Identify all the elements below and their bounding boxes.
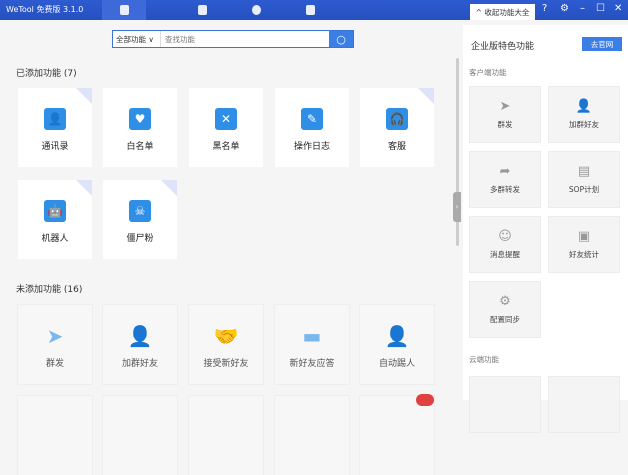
feature-label: 自动踢人 (378, 359, 415, 369)
feature-card[interactable]: 👤 通讯录 (18, 88, 92, 167)
feature-label: 接受新好友 (203, 359, 249, 369)
feature-label: 通讯录 (41, 142, 69, 152)
contacts-icon: 👤 (44, 108, 66, 130)
feature-label: 操作日志 (293, 142, 330, 152)
feature-panel: 企业版特色功能 去官网 客户端功能 ➤ 群发 👤 加群好友 ➦ 多群转发 ▤ SOP计划 ☺ 消息… (463, 25, 628, 433)
customer-service-icon: ☺ (498, 229, 512, 244)
send-icon: ➤ (46, 324, 64, 348)
skull-icon (251, 5, 261, 15)
collapse-features-tab[interactable]: ^ 收起功能大全 (470, 4, 535, 20)
scope-dropdown[interactable]: 全部功能 ∨ (113, 31, 161, 47)
feature-card[interactable]: 👤 加群好友 (103, 305, 177, 384)
feature-label: 加群好友 (569, 120, 599, 129)
pin-icon[interactable] (76, 88, 92, 104)
feature-card[interactable]: ☺ 消息提醒 (469, 216, 541, 273)
nav-tab-contacts[interactable] (180, 0, 224, 20)
nav-tab-zombie[interactable] (234, 0, 278, 20)
feature-label: 白名单 (126, 142, 154, 152)
feature-label: 群发 (497, 120, 513, 129)
send-icon: ➤ (499, 99, 511, 114)
nav-tab-robot[interactable] (288, 0, 332, 20)
feature-card[interactable]: 🤝 接受新好友 (189, 305, 263, 384)
plan-icon: ▤ (577, 164, 591, 179)
panel-collapse-handle[interactable]: › (453, 192, 461, 222)
feature-card[interactable]: ▬ 新好友应答 (275, 305, 349, 384)
feature-card[interactable]: ➤ 群发 (469, 86, 541, 143)
feature-card[interactable]: ☠ 僵尸粉 (103, 180, 177, 259)
feature-label: 客服 (387, 142, 406, 152)
pin-icon[interactable] (161, 180, 177, 196)
add-friend-icon: 👤 (575, 99, 593, 114)
added-heading: 已添加功能 (7) (16, 69, 77, 79)
feature-label: SOP计划 (568, 185, 600, 194)
search-button[interactable]: ○ (329, 31, 353, 47)
feature-card[interactable]: ▣ 好友统计 (548, 216, 620, 273)
feature-card[interactable]: ⚙ 配置同步 (469, 281, 541, 338)
add-friend-icon: 👤 (127, 324, 153, 348)
search-input[interactable] (161, 31, 329, 47)
feature-label: 黑名单 (212, 142, 240, 152)
feature-label: 加群好友 (121, 359, 158, 369)
handshake-icon: 🤝 (213, 324, 239, 348)
settings-icon[interactable]: ⚙ (560, 3, 569, 14)
feature-label: 消息提醒 (490, 250, 520, 259)
feature-label: 僵尸粉 (126, 234, 154, 244)
contact-card-icon (197, 5, 207, 15)
title-bar: WeTool 免费版 3.1.0 ^ 收起功能大全 ? ⚙ – ☐ ✕ (0, 0, 628, 20)
panel-title: 企业版特色功能 (471, 42, 535, 52)
gear-icon: ⚙ (499, 294, 511, 309)
feature-card[interactable]: ♥ 白名单 (103, 88, 177, 167)
close-button[interactable]: ✕ (614, 3, 622, 14)
feature-card[interactable]: ➦ 多群转发 (469, 151, 541, 208)
official-site-button[interactable]: 去官网 (582, 37, 622, 51)
whitelist-icon: ♥ (129, 108, 151, 130)
customer-service-icon: 🎧 (386, 108, 408, 130)
not-added-heading: 未添加功能 (16) (16, 285, 83, 295)
feature-card[interactable]: ➤ 群发 (18, 305, 92, 384)
app-title: WeTool 免费版 3.1.0 (6, 5, 84, 14)
skull-icon: ☠ (129, 200, 151, 222)
feature-label: 群发 (45, 359, 64, 369)
feature-card[interactable]: ✎ 操作日志 (275, 88, 349, 167)
feature-card[interactable]: ▤ SOP计划 (548, 151, 620, 208)
log-icon: ✎ (301, 108, 323, 130)
search-icon: ○ (336, 32, 346, 46)
feature-label: 新好友应答 (289, 359, 335, 369)
blacklist-icon: ✕ (215, 108, 237, 130)
remove-user-icon: 👤 (384, 324, 410, 348)
feature-label: 多群转发 (490, 185, 520, 194)
feature-card[interactable]: 👤 自动踢人 (360, 305, 434, 384)
nav-tab-user[interactable] (102, 0, 146, 20)
cloud-heading: 云端功能 (469, 355, 499, 364)
feature-label: 好友统计 (569, 250, 599, 259)
help-icon[interactable]: ? (542, 3, 547, 14)
pin-icon[interactable] (418, 88, 434, 104)
client-heading: 客户端功能 (469, 68, 507, 77)
notification-badge (416, 394, 434, 406)
minimize-button[interactable]: – (580, 3, 585, 14)
maximize-button[interactable]: ☐ (596, 3, 605, 14)
message-icon: ▬ (302, 324, 322, 348)
feature-card[interactable]: 🤖 机器人 (18, 180, 92, 259)
pin-icon[interactable] (76, 180, 92, 196)
chevron-right-icon: › (455, 203, 459, 211)
feature-card[interactable]: ✕ 黑名单 (189, 88, 263, 167)
feature-label: 配置同步 (490, 315, 520, 324)
feature-label: 机器人 (41, 234, 69, 244)
robot-icon: 🤖 (44, 200, 66, 222)
robot-icon (305, 5, 315, 15)
feature-card[interactable]: 👤 加群好友 (548, 86, 620, 143)
forward-icon: ➦ (499, 164, 511, 179)
contact-card-icon: ▣ (577, 229, 591, 244)
feature-card[interactable]: 🎧 客服 (360, 88, 434, 167)
search-bar: 全部功能 ∨ ○ (112, 30, 354, 48)
user-icon (119, 5, 129, 15)
